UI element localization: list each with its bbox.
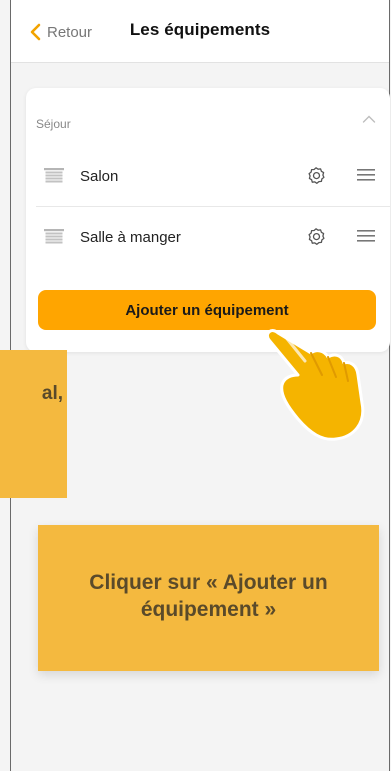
app-header: Retour Les équipements <box>11 0 389 63</box>
room-label: Séjour <box>36 117 71 131</box>
gear-icon[interactable] <box>306 227 326 247</box>
room-card: Séjour Salon Salle à manger Ajouter un é… <box>26 88 390 352</box>
gear-icon[interactable] <box>306 166 326 186</box>
device-row-salle-a-manger[interactable]: Salle à manger <box>26 208 390 266</box>
device-name: Salon <box>80 168 119 185</box>
pointing-hand-icon <box>265 329 365 441</box>
device-name: Salle à manger <box>80 229 181 246</box>
tutorial-callout-partial: al, <box>0 350 67 498</box>
drag-handle-icon[interactable] <box>357 168 375 182</box>
chevron-up-icon[interactable] <box>362 114 376 124</box>
callout-partial-text: al, <box>41 383 63 404</box>
drag-handle-icon[interactable] <box>357 229 375 243</box>
shutter-icon <box>44 229 64 244</box>
device-row-salon[interactable]: Salon <box>26 147 390 205</box>
tutorial-callout: Cliquer sur « Ajouter un équipement » <box>38 525 379 671</box>
row-divider <box>36 206 390 207</box>
shutter-icon <box>44 168 64 183</box>
page-title: Les équipements <box>129 20 271 39</box>
callout-text: Cliquer sur « Ajouter un équipement » <box>89 571 328 621</box>
